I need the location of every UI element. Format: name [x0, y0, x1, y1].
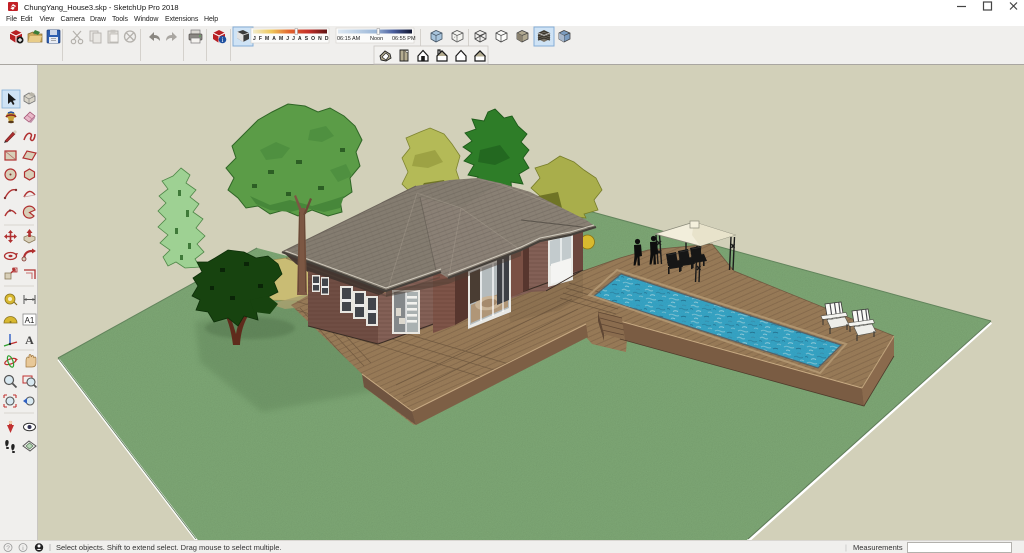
- svg-text:JFMAMJJASOND: JFMAMJJASOND: [253, 36, 332, 42]
- svg-text:i: i: [222, 36, 224, 44]
- svg-text:i: i: [22, 545, 23, 552]
- svg-text:Noon: Noon: [370, 36, 383, 42]
- svg-text:06:15 AM: 06:15 AM: [337, 36, 361, 42]
- svg-text:A: A: [25, 333, 34, 347]
- svg-text:?: ?: [6, 545, 10, 552]
- svg-text:06:55 PM: 06:55 PM: [392, 36, 416, 42]
- svg-text:A1: A1: [25, 316, 35, 325]
